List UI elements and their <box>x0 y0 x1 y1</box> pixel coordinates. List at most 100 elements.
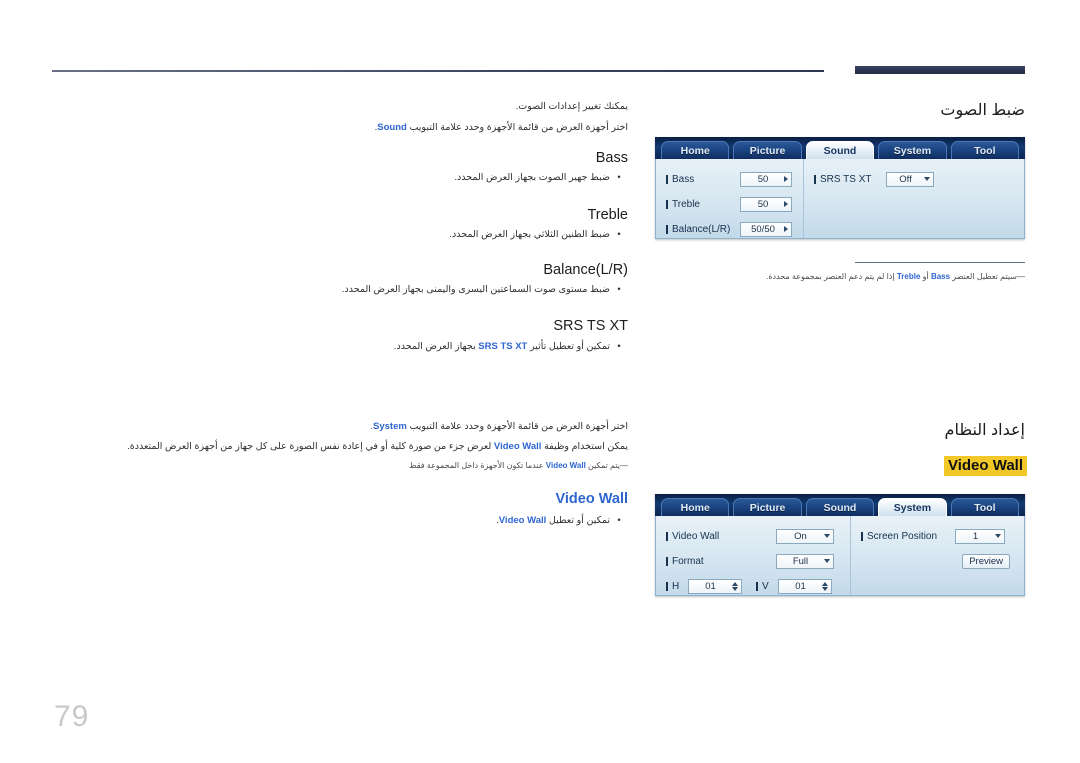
sound-osd-panel: Home Picture Sound System Tool Bass 50 T… <box>655 137 1025 239</box>
sound-item-desc-balance: • ضبط مستوى صوت السماعتين اليسرى واليمنى … <box>342 284 628 295</box>
tab-picture[interactable]: Picture <box>733 498 802 516</box>
sound-note-rule <box>855 262 1025 263</box>
sound-osd-tabbar: Home Picture Sound System Tool <box>655 137 1025 159</box>
sound-note-prefix: سيتم تعطيل العنصر <box>950 272 1017 281</box>
page-number: 79 <box>54 700 90 733</box>
system-note: ―يتم تمكين Video Wall عندما تكون الأجهزة… <box>409 460 628 472</box>
tab-system[interactable]: System <box>878 498 947 516</box>
osd-stepper-bass[interactable]: 50 <box>740 171 792 187</box>
sound-note: ―سيتم تعطيل العنصر Bass أو Treble إذا لم… <box>766 271 1025 283</box>
osd-dropdown-screen-position[interactable]: 1 <box>955 528 1005 544</box>
tab-sound[interactable]: Sound <box>805 498 875 516</box>
tab-system[interactable]: System <box>878 141 947 159</box>
osd-value-bass: 50 <box>757 173 769 185</box>
osd-dropdown-format[interactable]: Full <box>776 553 834 569</box>
bullet-dot: • <box>617 229 621 240</box>
header-rule <box>52 70 824 72</box>
tab-tool[interactable]: Tool <box>950 141 1020 159</box>
sound-note-keyword-treble: Treble <box>896 272 921 281</box>
spinner-icon <box>822 581 828 591</box>
system-item-desc-keyword: Video Wall <box>498 515 547 526</box>
sound-item-desc-srs-suffix: بجهاز العرض المحدد. <box>393 341 479 352</box>
osd-stepper-balance[interactable]: 50/50 <box>740 221 792 237</box>
osd-label-balance: Balance(L/R) <box>666 224 740 235</box>
sound-note-dash: ― <box>1017 272 1025 281</box>
preview-button[interactable]: Preview <box>962 553 1010 569</box>
osd-row-hv: H 01 V 01 <box>666 575 840 597</box>
system-osd-left-column: Video Wall On Format Full H 01 V 01 <box>656 516 851 595</box>
sound-item-desc-srs-prefix: تمكين أو تعطيل تأثير <box>527 341 610 352</box>
system-note-keyword: Video Wall <box>545 461 586 470</box>
osd-value-srs: Off <box>899 173 912 185</box>
arrow-right-icon <box>784 176 788 182</box>
system-note-suffix: عندما تكون الأجهزة داخل المجموعة فقط <box>409 461 546 470</box>
tab-tool[interactable]: Tool <box>950 498 1020 516</box>
sound-section-heading: ضبط الصوت <box>940 102 1025 119</box>
system-osd-tabbar: Home Picture Sound System Tool <box>655 494 1025 516</box>
sound-osd-body: Bass 50 Treble 50 Balance(L/R) 50/50 SRS… <box>655 159 1025 239</box>
header-accent-bar <box>855 66 1025 74</box>
bullet-dot: • <box>617 341 621 352</box>
osd-value-screen-position: 1 <box>972 530 979 542</box>
tab-picture[interactable]: Picture <box>733 141 802 159</box>
osd-label-screen-position: Screen Position <box>861 531 955 542</box>
osd-row-format: Format Full <box>666 550 840 572</box>
osd-value-h: 01 <box>705 580 716 592</box>
sound-item-desc-bass-text: ضبط جهير الصوت بجهاز العرض المحدد. <box>454 172 610 183</box>
osd-dropdown-srs[interactable]: Off <box>886 171 934 187</box>
system-intro-line-2: يمكن استخدام وظيفة Video Wall لعرض جزء م… <box>127 440 628 454</box>
sound-item-title-treble: Treble <box>587 207 628 223</box>
osd-row-screen-position: Screen Position 1 <box>861 525 1014 547</box>
osd-value-treble: 50 <box>757 198 769 210</box>
sound-item-title-srs: SRS TS XT <box>553 318 628 334</box>
chevron-down-icon <box>924 177 930 181</box>
osd-value-v: 01 <box>795 580 806 592</box>
sound-item-desc-balance-text: ضبط مستوى صوت السماعتين اليسرى واليمنى ب… <box>341 284 610 295</box>
sound-item-title-bass: Bass <box>595 150 628 166</box>
system-item-desc-prefix: تمكين أو تعطيل <box>546 515 610 526</box>
arrow-right-icon <box>784 226 788 232</box>
osd-value-video-wall: On <box>794 530 807 542</box>
bullet-dot: • <box>617 284 621 295</box>
sound-item-desc-srs-keyword: SRS TS XT <box>478 341 528 352</box>
sound-intro-line-2-prefix: اختر أجهزة العرض من قائمة الأجهزة وحدد ع… <box>406 122 628 133</box>
sound-item-title-balance: Balance(L/R) <box>543 262 628 278</box>
osd-spinner-h[interactable]: 01 <box>688 578 742 594</box>
osd-row-bass: Bass 50 <box>666 168 793 190</box>
osd-spinner-v[interactable]: 01 <box>778 578 832 594</box>
sound-intro-line-1: يمكنك تغيير إعدادات الصوت. <box>515 101 628 112</box>
spinner-icon <box>732 581 738 591</box>
sound-note-suffix: إذا لم يتم دعم العنصر بمجموعة محددة. <box>766 272 897 281</box>
chevron-down-icon <box>824 534 830 538</box>
sound-osd-left-column: Bass 50 Treble 50 Balance(L/R) 50/50 <box>656 159 804 238</box>
osd-label-format: Format <box>666 556 776 567</box>
chevron-down-icon <box>824 559 830 563</box>
system-note-prefix: يتم تمكين <box>585 461 620 470</box>
osd-label-h: H <box>666 581 688 592</box>
bullet-dot: • <box>617 515 621 526</box>
system-intro-line-1: اختر أجهزة العرض من قائمة الأجهزة وحدد ع… <box>370 420 628 434</box>
tab-home[interactable]: Home <box>661 498 730 516</box>
osd-row-balance: Balance(L/R) 50/50 <box>666 218 793 240</box>
sound-note-keyword-bass: Bass <box>930 272 951 281</box>
system-intro-line-2-prefix: يمكن استخدام وظيفة <box>541 441 628 452</box>
sound-tab-keyword: Sound <box>377 122 407 133</box>
osd-stepper-treble[interactable]: 50 <box>740 196 792 212</box>
osd-label-v: V <box>756 581 778 592</box>
system-item-desc-videowall: •تمكين أو تعطيل Video Wall. <box>496 515 628 526</box>
osd-row-video-wall: Video Wall On <box>666 525 840 547</box>
osd-value-format: Full <box>792 555 809 567</box>
system-section-heading: إعداد النظام <box>944 422 1025 439</box>
osd-row-preview: Preview <box>861 550 1014 572</box>
osd-dropdown-video-wall[interactable]: On <box>776 528 834 544</box>
tab-home[interactable]: Home <box>661 141 730 159</box>
bullet-dot: • <box>617 172 621 183</box>
sound-note-middle: أو <box>920 272 931 281</box>
sound-item-desc-treble-text: ضبط الطنين الثلاثي بجهاز العرض المحدد. <box>449 229 610 240</box>
tab-sound[interactable]: Sound <box>805 141 875 159</box>
system-videowall-keyword: Video Wall <box>493 441 542 452</box>
osd-row-srs: SRS TS XT Off <box>814 168 944 190</box>
system-osd-right-column: Screen Position 1 Preview <box>851 516 1024 595</box>
system-intro-line-1-prefix: اختر أجهزة العرض من قائمة الأجهزة وحدد ع… <box>406 421 628 432</box>
sound-item-desc-srs: • تمكين أو تعطيل تأثير SRS TS XT بجهاز ال… <box>394 341 628 352</box>
